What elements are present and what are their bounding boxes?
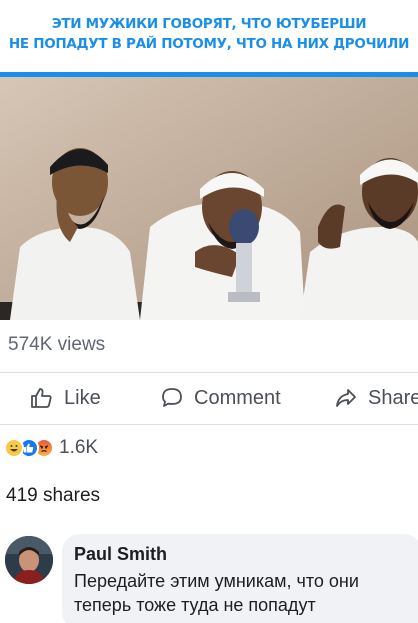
avatar-image (5, 536, 53, 584)
share-label: Share (368, 386, 418, 409)
action-bar: Like Comment Share (0, 372, 418, 424)
comment-bubble-icon (162, 388, 182, 407)
share-arrow-icon (336, 389, 356, 407)
like-button[interactable]: Like (30, 384, 101, 412)
comment-text: Передайте этим умникам, что они теперь т… (74, 571, 359, 615)
comment-button[interactable]: Comment (160, 384, 281, 412)
haha-icon (4, 438, 24, 458)
like-label: Like (64, 386, 101, 409)
comment-label: Comment (194, 386, 281, 409)
video-frame-image (0, 77, 418, 320)
caption-line-1: ЭТИ МУЖИКИ ГОВОРЯТ, ЧТО ЮТУБЕРШИ (51, 16, 367, 32)
divider-bottom (0, 424, 418, 425)
comment-item: Paul Smith Передайте этим умникам, что о… (0, 528, 418, 623)
comment-bubble: Paul Smith Передайте этим умникам, что о… (62, 534, 418, 623)
share-button[interactable]: Share (334, 384, 418, 412)
thumbs-up-icon (31, 388, 52, 408)
view-count: 574K views (8, 334, 106, 355)
meme-caption: ЭТИ МУЖИКИ ГОВОРЯТ, ЧТО ЮТУБЕРШИ НЕ ПОПА… (0, 0, 418, 72)
avatar[interactable] (5, 536, 53, 584)
video-player[interactable] (0, 77, 418, 320)
reaction-count: 1.6K (59, 437, 99, 458)
share-count[interactable]: 419 shares (6, 485, 100, 507)
comment-author[interactable]: Paul Smith (74, 544, 410, 565)
caption-line-2: НЕ ПОПАДУТ В РАЙ ПОТОМУ, ЧТО НА НИХ ДРОЧ… (8, 36, 410, 52)
reaction-summary[interactable]: 1.6K (4, 434, 98, 462)
